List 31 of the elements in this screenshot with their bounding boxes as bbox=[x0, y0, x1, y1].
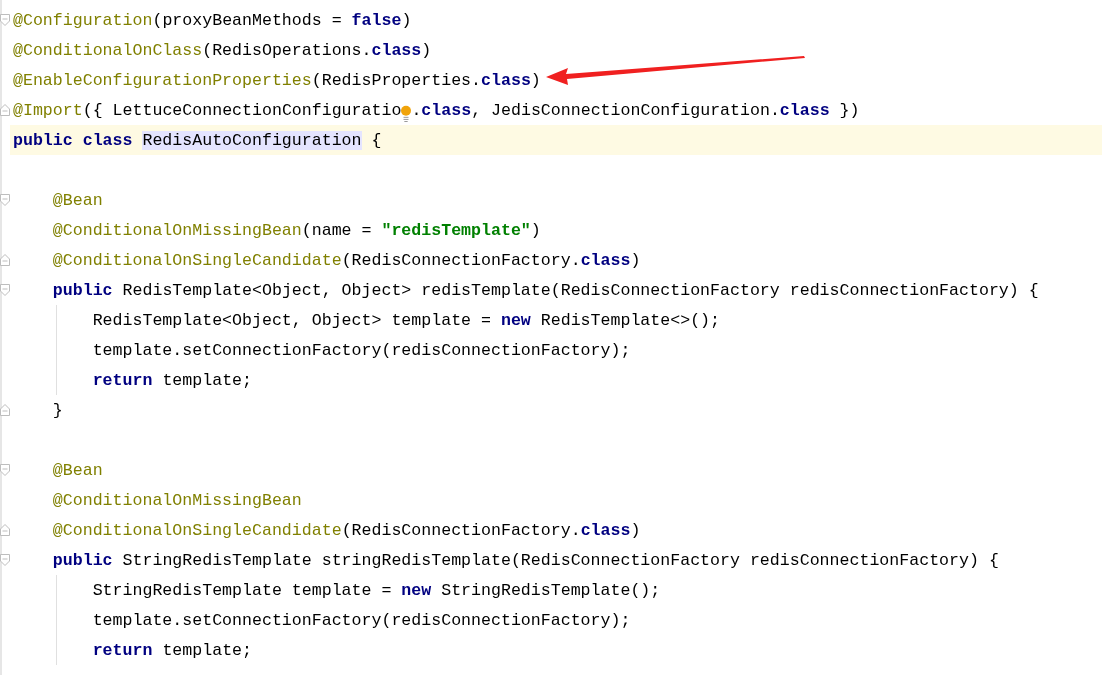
code-line: @ConditionalOnClass(RedisOperations.class) bbox=[13, 40, 432, 60]
fold-marker-icon[interactable] bbox=[0, 194, 10, 206]
code-line: public RedisTemplate<Object, Object> redisTemplate(RedisConnectionFactory redisConnectionFactory) { bbox=[51, 280, 1039, 300]
fold-marker-icon[interactable] bbox=[0, 554, 10, 566]
code-line: public StringRedisTemplate stringRedisTemplate(RedisConnectionFactory redisConnectionFactory) { bbox=[51, 550, 999, 570]
code-line: @EnableConfigurationProperties(RedisProperties.class) bbox=[13, 70, 541, 90]
code-line: @Bean bbox=[51, 190, 103, 210]
fold-marker-icon[interactable] bbox=[0, 14, 10, 26]
fold-marker-icon[interactable] bbox=[0, 284, 10, 296]
code-line: template.setConnectionFactory(redisConnectionFactory); bbox=[91, 610, 631, 630]
code-line: @Configuration(proxyBeanMethods = false) bbox=[13, 10, 412, 30]
code-line: @Import({ LettuceConnectionConfiguratio bbox=[13, 100, 402, 120]
fold-marker-icon[interactable] bbox=[0, 104, 10, 116]
lightbulb-icon[interactable] bbox=[401, 103, 412, 125]
code-line: StringRedisTemplate template = new StringRedisTemplate(); bbox=[91, 580, 661, 600]
code-line: .class, JedisConnectionConfiguration.class }) bbox=[411, 100, 860, 120]
fold-marker-icon[interactable] bbox=[0, 524, 10, 536]
fold-marker-icon[interactable] bbox=[0, 464, 10, 476]
code-line: @ConditionalOnMissingBean(name = "redisTemplate") bbox=[51, 220, 541, 240]
code-line: @Bean bbox=[51, 460, 103, 480]
code-line: @ConditionalOnMissingBean bbox=[51, 490, 302, 510]
fold-marker-icon[interactable] bbox=[0, 404, 10, 416]
code-line: @ConditionalOnSingleCandidate(RedisConnectionFactory.class) bbox=[51, 250, 641, 270]
code-line: } bbox=[51, 400, 63, 420]
code-line: @ConditionalOnSingleCandidate(RedisConnectionFactory.class) bbox=[51, 520, 641, 540]
code-line: public class RedisAutoConfiguration { bbox=[13, 130, 382, 150]
code-line: return template; bbox=[91, 370, 252, 390]
code-line: RedisTemplate<Object, Object> template = new RedisTemplate<>(); bbox=[91, 310, 720, 330]
code-line: template.setConnectionFactory(redisConnectionFactory); bbox=[91, 340, 631, 360]
fold-marker-icon[interactable] bbox=[0, 254, 10, 266]
code-line: return template; bbox=[91, 640, 252, 660]
